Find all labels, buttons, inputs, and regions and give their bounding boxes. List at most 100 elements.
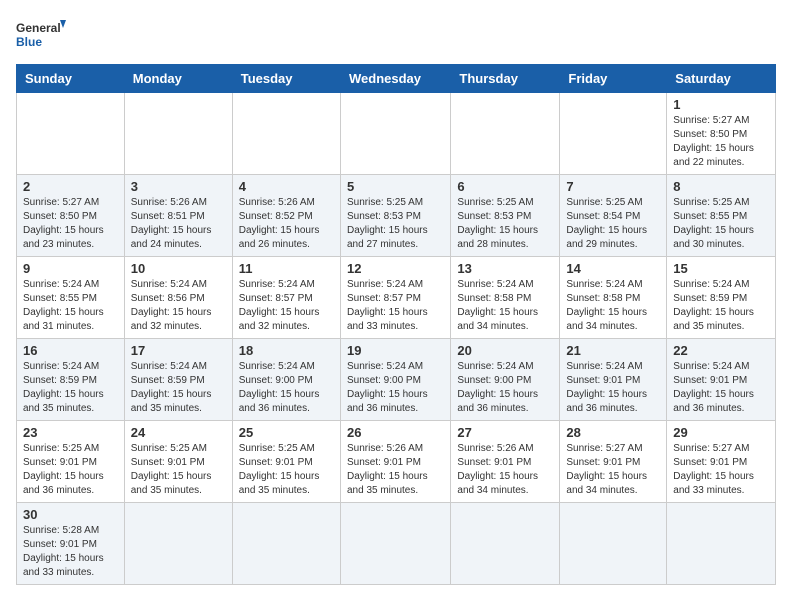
day-cell-1-4: 6 Sunrise: 5:25 AM Sunset: 8:53 PM Daylig… (451, 175, 560, 257)
logo: General Blue (16, 16, 66, 56)
day-cell-5-1 (124, 503, 232, 585)
day-info: Sunrise: 5:27 AM Sunset: 8:50 PM Dayligh… (23, 196, 118, 252)
day-cell-5-2 (232, 503, 340, 585)
day-number: 2 (23, 179, 118, 194)
day-number: 26 (347, 425, 444, 440)
day-info: Sunrise: 5:25 AM Sunset: 8:53 PM Dayligh… (347, 196, 444, 252)
day-info: Sunrise: 5:24 AM Sunset: 9:01 PM Dayligh… (673, 360, 769, 416)
week-row-4: 23Sunrise: 5:25 AM Sunset: 9:01 PM Dayli… (17, 421, 776, 503)
day-cell-1-2: 4 Sunrise: 5:26 AM Sunset: 8:52 PM Daylig… (232, 175, 340, 257)
day-info: Sunrise: 5:27 AM Sunset: 8:50 PM Dayligh… (673, 114, 769, 170)
day-cell-2-0: 9Sunrise: 5:24 AM Sunset: 8:55 PM Daylig… (17, 257, 125, 339)
day-number: 20 (457, 343, 553, 358)
day-cell-0-2 (232, 93, 340, 175)
day-number: 27 (457, 425, 553, 440)
header-wednesday: Wednesday (340, 65, 450, 93)
day-cell-0-6: 1 Sunrise: 5:27 AM Sunset: 8:50 PM Daylig… (667, 93, 776, 175)
day-cell-0-3 (340, 93, 450, 175)
week-row-1: 2 Sunrise: 5:27 AM Sunset: 8:50 PM Daylig… (17, 175, 776, 257)
day-cell-0-0 (17, 93, 125, 175)
day-cell-0-5 (560, 93, 667, 175)
day-info: Sunrise: 5:24 AM Sunset: 9:00 PM Dayligh… (457, 360, 553, 416)
day-number: 1 (673, 97, 769, 112)
header-friday: Friday (560, 65, 667, 93)
day-info: Sunrise: 5:24 AM Sunset: 8:59 PM Dayligh… (23, 360, 118, 416)
day-info: Sunrise: 5:27 AM Sunset: 9:01 PM Dayligh… (673, 442, 769, 498)
day-number: 8 (673, 179, 769, 194)
day-info: Sunrise: 5:24 AM Sunset: 8:58 PM Dayligh… (457, 278, 553, 334)
day-info: Sunrise: 5:24 AM Sunset: 9:00 PM Dayligh… (239, 360, 334, 416)
day-info: Sunrise: 5:24 AM Sunset: 8:57 PM Dayligh… (239, 278, 334, 334)
day-cell-3-2: 18 Sunrise: 5:24 AM Sunset: 9:00 PM Dayli… (232, 339, 340, 421)
day-cell-1-1: 3 Sunrise: 5:26 AM Sunset: 8:51 PM Daylig… (124, 175, 232, 257)
day-number: 17 (131, 343, 226, 358)
day-info: Sunrise: 5:24 AM Sunset: 8:59 PM Dayligh… (131, 360, 226, 416)
header-saturday: Saturday (667, 65, 776, 93)
day-number: 4 (239, 179, 334, 194)
day-number: 10 (131, 261, 226, 276)
day-number: 28 (566, 425, 660, 440)
day-number: 6 (457, 179, 553, 194)
day-cell-2-3: 12Sunrise: 5:24 AM Sunset: 8:57 PM Dayli… (340, 257, 450, 339)
day-cell-3-6: 22Sunrise: 5:24 AM Sunset: 9:01 PM Dayli… (667, 339, 776, 421)
day-number: 24 (131, 425, 226, 440)
day-info: Sunrise: 5:26 AM Sunset: 8:52 PM Dayligh… (239, 196, 334, 252)
day-number: 30 (23, 507, 118, 522)
day-info: Sunrise: 5:25 AM Sunset: 8:53 PM Dayligh… (457, 196, 553, 252)
day-cell-1-3: 5 Sunrise: 5:25 AM Sunset: 8:53 PM Daylig… (340, 175, 450, 257)
day-cell-1-6: 8 Sunrise: 5:25 AM Sunset: 8:55 PM Daylig… (667, 175, 776, 257)
day-number: 18 (239, 343, 334, 358)
day-cell-3-1: 17 Sunrise: 5:24 AM Sunset: 8:59 PM Dayli… (124, 339, 232, 421)
day-info: Sunrise: 5:25 AM Sunset: 8:54 PM Dayligh… (566, 196, 660, 252)
day-cell-1-5: 7Sunrise: 5:25 AM Sunset: 8:54 PM Daylig… (560, 175, 667, 257)
header: General Blue (16, 16, 776, 56)
day-info: Sunrise: 5:24 AM Sunset: 8:59 PM Dayligh… (673, 278, 769, 334)
calendar: SundayMondayTuesdayWednesdayThursdayFrid… (16, 64, 776, 585)
day-cell-3-3: 19Sunrise: 5:24 AM Sunset: 9:00 PM Dayli… (340, 339, 450, 421)
header-thursday: Thursday (451, 65, 560, 93)
day-cell-0-1 (124, 93, 232, 175)
weekday-header-row: SundayMondayTuesdayWednesdayThursdayFrid… (17, 65, 776, 93)
day-cell-2-6: 15Sunrise: 5:24 AM Sunset: 8:59 PM Dayli… (667, 257, 776, 339)
day-cell-2-5: 14Sunrise: 5:24 AM Sunset: 8:58 PM Dayli… (560, 257, 667, 339)
day-info: Sunrise: 5:27 AM Sunset: 9:01 PM Dayligh… (566, 442, 660, 498)
day-cell-4-6: 29 Sunrise: 5:27 AM Sunset: 9:01 PM Dayli… (667, 421, 776, 503)
week-row-5: 30Sunrise: 5:28 AM Sunset: 9:01 PM Dayli… (17, 503, 776, 585)
day-number: 12 (347, 261, 444, 276)
day-info: Sunrise: 5:25 AM Sunset: 8:55 PM Dayligh… (673, 196, 769, 252)
day-number: 3 (131, 179, 226, 194)
day-number: 13 (457, 261, 553, 276)
day-cell-4-0: 23Sunrise: 5:25 AM Sunset: 9:01 PM Dayli… (17, 421, 125, 503)
day-cell-3-0: 16 Sunrise: 5:24 AM Sunset: 8:59 PM Dayli… (17, 339, 125, 421)
day-number: 25 (239, 425, 334, 440)
day-number: 11 (239, 261, 334, 276)
day-info: Sunrise: 5:26 AM Sunset: 8:51 PM Dayligh… (131, 196, 226, 252)
header-sunday: Sunday (17, 65, 125, 93)
day-number: 16 (23, 343, 118, 358)
svg-text:General: General (16, 21, 61, 35)
day-cell-5-4 (451, 503, 560, 585)
day-cell-5-0: 30Sunrise: 5:28 AM Sunset: 9:01 PM Dayli… (17, 503, 125, 585)
day-cell-2-1: 10Sunrise: 5:24 AM Sunset: 8:56 PM Dayli… (124, 257, 232, 339)
day-cell-5-5 (560, 503, 667, 585)
day-info: Sunrise: 5:25 AM Sunset: 9:01 PM Dayligh… (23, 442, 118, 498)
day-info: Sunrise: 5:24 AM Sunset: 8:58 PM Dayligh… (566, 278, 660, 334)
day-number: 29 (673, 425, 769, 440)
day-number: 21 (566, 343, 660, 358)
day-cell-5-6 (667, 503, 776, 585)
day-cell-4-1: 24 Sunrise: 5:25 AM Sunset: 9:01 PM Dayli… (124, 421, 232, 503)
day-cell-2-2: 11 Sunrise: 5:24 AM Sunset: 8:57 PM Dayli… (232, 257, 340, 339)
day-cell-4-5: 28 Sunrise: 5:27 AM Sunset: 9:01 PM Dayli… (560, 421, 667, 503)
day-cell-3-4: 20 Sunrise: 5:24 AM Sunset: 9:00 PM Dayli… (451, 339, 560, 421)
week-row-2: 9Sunrise: 5:24 AM Sunset: 8:55 PM Daylig… (17, 257, 776, 339)
day-number: 5 (347, 179, 444, 194)
day-cell-5-3 (340, 503, 450, 585)
day-number: 9 (23, 261, 118, 276)
day-cell-4-2: 25Sunrise: 5:25 AM Sunset: 9:01 PM Dayli… (232, 421, 340, 503)
day-info: Sunrise: 5:25 AM Sunset: 9:01 PM Dayligh… (131, 442, 226, 498)
week-row-3: 16 Sunrise: 5:24 AM Sunset: 8:59 PM Dayli… (17, 339, 776, 421)
day-info: Sunrise: 5:24 AM Sunset: 9:01 PM Dayligh… (566, 360, 660, 416)
day-cell-0-4 (451, 93, 560, 175)
week-row-0: 1 Sunrise: 5:27 AM Sunset: 8:50 PM Daylig… (17, 93, 776, 175)
day-cell-4-4: 27Sunrise: 5:26 AM Sunset: 9:01 PM Dayli… (451, 421, 560, 503)
